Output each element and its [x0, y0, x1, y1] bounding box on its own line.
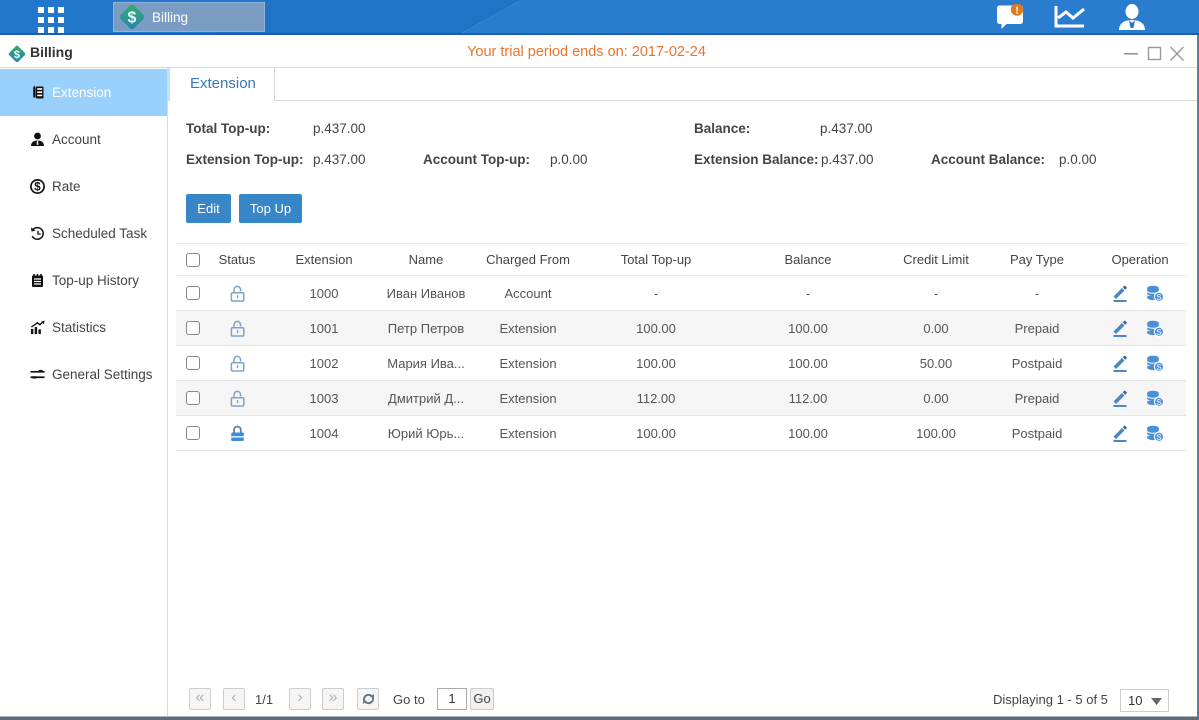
svg-text:$: $: [34, 181, 41, 193]
svg-text:S: S: [1156, 292, 1162, 301]
svg-text:$: $: [128, 10, 137, 27]
svg-text:S: S: [1156, 362, 1162, 371]
svg-text:S: S: [1156, 397, 1162, 406]
svg-text:!: !: [1015, 4, 1019, 16]
svg-text:S: S: [1156, 327, 1162, 336]
svg-text:S: S: [1156, 432, 1162, 441]
